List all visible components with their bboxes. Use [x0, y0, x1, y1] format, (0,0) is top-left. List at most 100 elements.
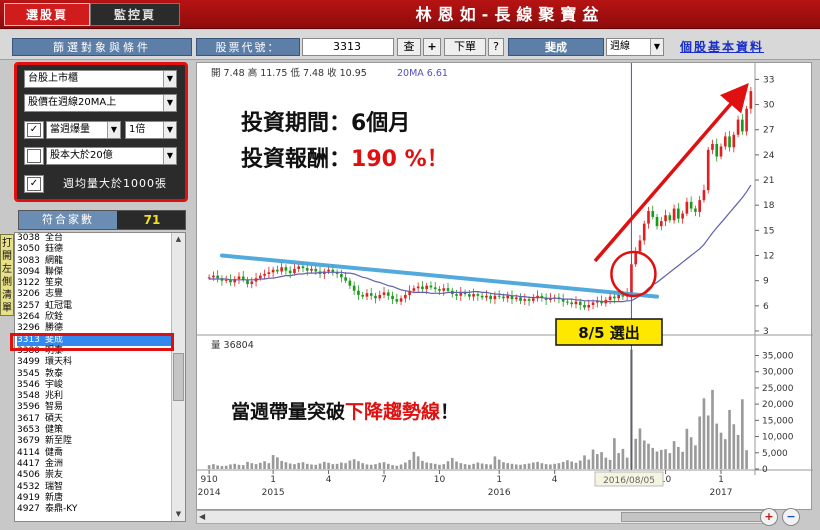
- stock-list-item[interactable]: 4114 健喬: [17, 448, 171, 459]
- volume-multiplier-select[interactable]: 1倍 ▼: [125, 121, 177, 139]
- stock-list-item[interactable]: 4919 新唐: [17, 493, 171, 504]
- tab-stock-picker[interactable]: 選股頁: [4, 3, 90, 26]
- scroll-left-icon[interactable]: ◀: [199, 511, 205, 523]
- stock-code: 3206: [17, 289, 40, 300]
- stock-list-item[interactable]: 4532 瑞智: [17, 482, 171, 493]
- stock-name: 全台: [45, 233, 64, 243]
- stock-code-input[interactable]: 3313: [302, 38, 394, 56]
- candle-body: [246, 279, 249, 285]
- candle-body: [250, 281, 254, 285]
- stock-list-item[interactable]: 3264 欣銓: [17, 312, 171, 323]
- volume-bar: [224, 465, 228, 469]
- candle-body: [399, 298, 403, 302]
- stock-list-item[interactable]: 3050 鈺德: [17, 244, 171, 255]
- volume-bar: [557, 463, 561, 469]
- zoom-in-button[interactable]: +: [760, 508, 778, 526]
- tab-monitor[interactable]: 監控頁: [90, 3, 180, 26]
- query-button[interactable]: 查: [397, 38, 421, 56]
- stock-list-item[interactable]: 3083 網龍: [17, 256, 171, 267]
- volume-bar: [634, 438, 638, 469]
- candle-body: [638, 240, 642, 252]
- volume-bar: [472, 463, 475, 469]
- candle-body: [433, 287, 437, 290]
- volume-bar: [728, 409, 731, 469]
- candle-body: [361, 294, 365, 297]
- candle-body: [647, 211, 650, 224]
- place-order-button[interactable]: 下單: [444, 38, 486, 56]
- price-tick-label: 21: [763, 176, 774, 186]
- stock-list-item[interactable]: 3206 志豐: [17, 289, 171, 300]
- volume-bar: [416, 456, 420, 469]
- stock-list-item[interactable]: 3122 笙泉: [17, 278, 171, 289]
- stock-name-display: 斐成: [508, 38, 604, 56]
- stock-list-item[interactable]: 3546 宇峻: [17, 380, 171, 391]
- stock-name: 宇峻: [45, 379, 64, 390]
- stock-list-item[interactable]: 3548 兆利: [17, 391, 171, 402]
- capital-checkbox[interactable]: [27, 149, 41, 163]
- price-condition-select[interactable]: 股價在週線20MA上 ▼: [24, 94, 177, 112]
- volume-bar: [267, 463, 271, 469]
- volume-bar: [382, 462, 386, 469]
- stock-code: 3094: [17, 266, 40, 277]
- stock-list-item[interactable]: 4417 金洲: [17, 459, 171, 470]
- chart-horizontal-scrollbar[interactable]: ◀: [196, 510, 776, 524]
- zoom-out-button[interactable]: −: [782, 508, 800, 526]
- market-select[interactable]: 台股上市櫃 ▼: [24, 70, 177, 88]
- volume-bar: [271, 455, 275, 469]
- stock-list-item[interactable]: 4927 泰鼎-KY: [17, 504, 171, 515]
- stock-code: 3617: [17, 413, 40, 424]
- volume-bar: [485, 464, 488, 469]
- volume-bar: [361, 463, 365, 469]
- stock-list-item[interactable]: 3257 虹冠電: [17, 301, 171, 312]
- volume-bar: [455, 461, 458, 469]
- add-watch-button[interactable]: +: [423, 38, 441, 56]
- stock-chart-panel[interactable]: 3 6 9 12 15 18 21 24 27 30 33 0 5,000 10,000 15,000 20,…: [196, 62, 813, 511]
- candle-body: [728, 136, 731, 148]
- list-scrollbar[interactable]: ▲ ▼: [171, 233, 185, 521]
- stock-code: 3545: [17, 368, 40, 379]
- candle-body: [608, 296, 612, 300]
- volume-bar: [207, 465, 211, 469]
- volume-checkbox[interactable]: ✓: [27, 123, 41, 137]
- volume-bar: [621, 448, 625, 469]
- stock-list-item[interactable]: 3679 新至陞: [17, 436, 171, 447]
- volume-bar: [651, 447, 655, 469]
- stock-code: 3122: [17, 278, 40, 289]
- scroll-down-icon[interactable]: ▼: [172, 508, 185, 521]
- stock-basic-info-link[interactable]: 個股基本資料: [680, 38, 764, 55]
- volume-bar: [587, 459, 591, 469]
- period-select[interactable]: 週線 ▼: [606, 38, 664, 56]
- chart-scroll-thumb[interactable]: [621, 512, 771, 522]
- candle-body: [386, 292, 390, 296]
- stock-list-item[interactable]: 3499 環天科: [17, 357, 171, 368]
- capital-condition-select[interactable]: 股本大於20億 ▼: [46, 147, 177, 165]
- volume-bar: [365, 464, 369, 469]
- stock-list-item[interactable]: 3038 全台: [17, 233, 171, 244]
- volume-tick-label: 25,000: [762, 384, 794, 394]
- chevron-down-icon: ▼: [650, 39, 663, 55]
- volume-bar: [237, 464, 241, 469]
- stock-list-item[interactable]: 3545 敦泰: [17, 369, 171, 380]
- period-select-value: 週線: [610, 41, 630, 52]
- candlestick-chart[interactable]: 3 6 9 12 15 18 21 24 27 30 33 0 5,000 10,000 15,000 20,…: [197, 63, 813, 511]
- volume-bar: [241, 465, 245, 469]
- volume-bar: [595, 454, 599, 469]
- stock-list-item[interactable]: 3094 聯傑: [17, 267, 171, 278]
- stock-name: 笙泉: [45, 278, 64, 289]
- stock-result-list[interactable]: 3038 全台 3050 鈺德 3083 網龍 3094 聯傑 3122 笙泉 3206 志豐 3257…: [14, 232, 186, 522]
- stock-list-item[interactable]: 3617 碩天: [17, 414, 171, 425]
- help-button[interactable]: ?: [488, 38, 504, 56]
- stock-list-item[interactable]: 3596 智易: [17, 402, 171, 413]
- scroll-up-icon[interactable]: ▲: [172, 233, 185, 246]
- avg-volume-checkbox[interactable]: ✓: [27, 177, 41, 191]
- list-scroll-thumb[interactable]: [173, 353, 184, 401]
- stock-list-item[interactable]: 3653 健策: [17, 425, 171, 436]
- stock-list-item[interactable]: 4506 崇友: [17, 470, 171, 481]
- stock-name: 聯傑: [45, 266, 64, 277]
- volume-bar: [625, 457, 629, 469]
- pick-date-label: 8/5 選出: [578, 324, 640, 342]
- volume-bar: [438, 464, 441, 469]
- toggle-left-list-button[interactable]: 打開左側清單: [0, 234, 14, 316]
- volume-bar: [677, 446, 680, 469]
- volume-condition-select[interactable]: 當週爆量 ▼: [46, 121, 121, 139]
